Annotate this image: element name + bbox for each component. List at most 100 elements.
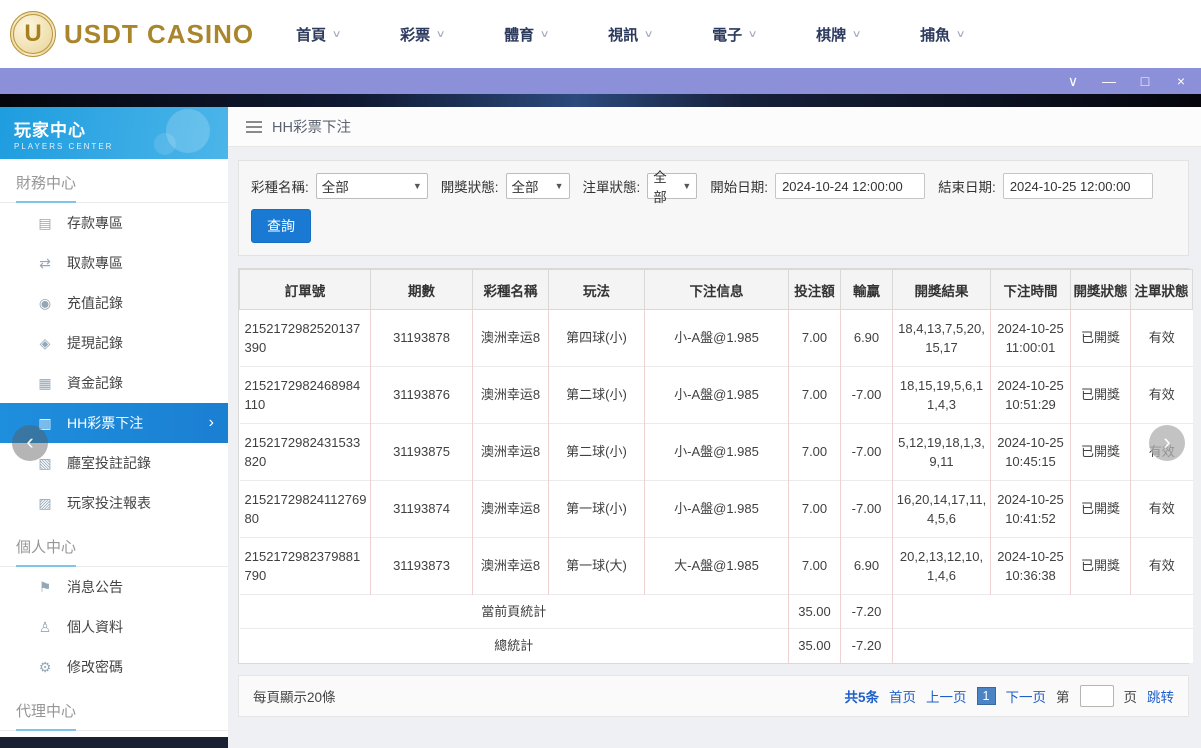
summary-bet-total: 35.00	[788, 594, 841, 629]
next-page-link[interactable]: 下一页	[1006, 686, 1047, 706]
start-date-input[interactable]	[775, 173, 926, 199]
table-cell: 已開獎	[1070, 366, 1131, 424]
column-header: 輸贏	[840, 269, 893, 310]
draw-status-select[interactable]: 全部 ▼	[505, 173, 570, 199]
page-size-text: 每頁顯示20條	[253, 689, 336, 705]
prev-page-link[interactable]: 上一页	[926, 686, 967, 706]
summary-bet-total: 35.00	[788, 628, 841, 663]
sidebar-item-funds-record[interactable]: ▦ 資金記錄	[0, 363, 228, 403]
lottery-name-select[interactable]: 全部 ▼	[315, 173, 428, 199]
sidebar-item-cashout-record[interactable]: ◈ 提現記錄	[0, 323, 228, 363]
nav-item-3[interactable]: 視訊 ∨	[608, 24, 712, 45]
nav-item-4[interactable]: 電子 ∨	[712, 24, 816, 45]
table-cell: 第二球(小)	[548, 423, 645, 481]
nav-item-5[interactable]: 棋牌 ∨	[816, 24, 920, 45]
sidebar-item-change-password[interactable]: ⚙ 修改密碼	[0, 647, 228, 687]
table-cell: 第四球(小)	[548, 309, 645, 367]
draw-status-label: 開獎狀態:	[440, 180, 499, 195]
brand-name: USDT CASINO	[64, 18, 255, 49]
menu-toggle-icon[interactable]	[246, 120, 262, 133]
table-cell: 7.00	[788, 423, 841, 481]
nav-item-label: 棋牌	[816, 26, 847, 44]
chevron-down-icon: ∨	[851, 28, 862, 40]
table-cell: 18,15,19,5,6,11,4,3	[892, 366, 991, 424]
topnav-menu: 首頁 ∨ 彩票 ∨ 體育 ∨ 視訊 ∨ 電子 ∨ 棋牌 ∨ 捕魚 ∨	[296, 24, 1024, 45]
carousel-next-arrow-icon[interactable]: ›	[1149, 425, 1185, 461]
brand[interactable]: U USDT CASINO	[10, 11, 254, 57]
chevron-down-icon: ∨	[955, 28, 966, 40]
sidebar-item-deposit-area[interactable]: ▤ 存款專區	[0, 203, 228, 243]
sidebar-subtitle: PLAYERS CENTER	[14, 142, 114, 151]
nav-item-0[interactable]: 首頁 ∨	[296, 24, 400, 45]
cashout-icon: ◈	[39, 334, 51, 351]
pagination-bar: 每頁顯示20條 共5条 首页 上一页 1 下一页 第 页 跳转	[238, 674, 1189, 717]
table-cell: -7.00	[840, 423, 893, 481]
nav-item-2[interactable]: 體育 ∨	[504, 24, 608, 45]
table-cell: 6.90	[840, 537, 893, 595]
end-date-input[interactable]	[1002, 173, 1153, 199]
goto-jump-button[interactable]: 跳转	[1147, 686, 1174, 706]
table-cell: 澳洲幸运8	[472, 366, 549, 424]
sidebar-item-recharge-record[interactable]: ◉ 充值記錄	[0, 283, 228, 323]
table-cell: 31193873	[370, 537, 473, 595]
chevron-down-icon: ∨	[539, 28, 550, 40]
sidebar-item-label: 資金記錄	[67, 375, 123, 391]
sidebar-item-player-bet-report[interactable]: ▨ 玩家投注報表	[0, 483, 228, 523]
sidebar-item-label: 充值記錄	[67, 295, 123, 311]
table-cell: 6.90	[840, 309, 893, 367]
summary-label: 總統計	[239, 628, 789, 663]
column-header: 下注時間	[990, 269, 1071, 310]
summary-row: 總統計 35.00 -7.20	[239, 628, 1193, 663]
withdraw-icon: ⇄	[39, 254, 51, 271]
column-header: 玩法	[548, 269, 645, 310]
maximize-button[interactable]: □	[1137, 74, 1153, 88]
table-row: 2152172982431533820 31193875 澳洲幸运8 第二球(小) 小-…	[239, 423, 1193, 481]
close-button[interactable]: ×	[1173, 74, 1189, 88]
goto-page-input[interactable]	[1079, 684, 1114, 707]
column-header: 訂單號	[239, 269, 371, 310]
table-cell: 7.00	[788, 366, 841, 424]
carousel-prev-arrow-icon[interactable]: ‹	[12, 425, 48, 461]
filter-panel: 彩種名稱: 全部 ▼ 開獎狀態: 全部 ▼ 注單狀態: 全部 ▼ 開始日期: 2…	[238, 160, 1189, 256]
table-cell: 2152172982411276980	[239, 480, 371, 538]
query-button[interactable]: 查詢	[251, 209, 311, 243]
deposit-icon: ▤	[38, 214, 52, 231]
order-status-select[interactable]: 全部 ▼	[647, 170, 698, 205]
breadcrumb: HH彩票下注	[228, 107, 1201, 147]
table-cell: 7.00	[788, 480, 841, 538]
lottery-name-label: 彩種名稱:	[251, 180, 309, 195]
table-cell: 2024-10-25 10:41:52	[990, 480, 1071, 538]
sidebar-item-profile[interactable]: ♙ 個人資料	[0, 607, 228, 647]
table-cell: 第一球(大)	[548, 537, 645, 595]
table-cell: 已開獎	[1070, 537, 1131, 595]
table-cell: 有效	[1130, 309, 1193, 367]
table-cell: 2024-10-25 11:00:01	[990, 309, 1071, 367]
arrow-right-icon: ›	[208, 414, 214, 431]
nav-item-label: 彩票	[400, 26, 431, 44]
table-cell: -7.00	[840, 366, 893, 424]
summary-label: 當前頁統計	[239, 594, 789, 629]
nav-item-1[interactable]: 彩票 ∨	[400, 24, 504, 45]
sidebar-item-withdraw-area[interactable]: ⇄ 取款專區	[0, 243, 228, 283]
table-cell: 31193875	[370, 423, 473, 481]
sidebar-item-announcements[interactable]: ⚑ 消息公告	[0, 567, 228, 607]
column-header: 彩種名稱	[472, 269, 549, 310]
section-underline	[16, 729, 76, 731]
summary-empty	[892, 594, 1193, 629]
first-page-link[interactable]: 首页	[889, 686, 916, 706]
sidebar-item-label: 廳室投註記錄	[67, 455, 151, 471]
total-count: 共5条	[844, 689, 880, 705]
nav-item-6[interactable]: 捕魚 ∨	[920, 24, 1024, 45]
sidebar-item-label: 玩家投注報表	[67, 495, 151, 511]
table-row: 2152172982411276980 31193874 澳洲幸运8 第一球(小) 小-…	[239, 480, 1193, 538]
table-cell: 有效	[1130, 480, 1193, 538]
collapse-button[interactable]: ∨	[1065, 74, 1081, 88]
current-page[interactable]: 1	[976, 686, 996, 705]
order-status-label: 注單狀態:	[582, 180, 641, 195]
table-row: 2152172982379881790 31193873 澳洲幸运8 第一球(大) 大-…	[239, 537, 1193, 595]
sidebar-item-label: 個人資料	[67, 619, 123, 635]
table-cell: 16,20,14,17,11,4,5,6	[892, 480, 991, 538]
top-navigation: U USDT CASINO 首頁 ∨ 彩票 ∨ 體育 ∨ 視訊 ∨ 電子 ∨ 棋牌 ∨ 捕魚 ∨	[0, 0, 1201, 68]
table-cell: 澳洲幸运8	[472, 537, 549, 595]
minimize-button[interactable]: —	[1101, 74, 1117, 88]
